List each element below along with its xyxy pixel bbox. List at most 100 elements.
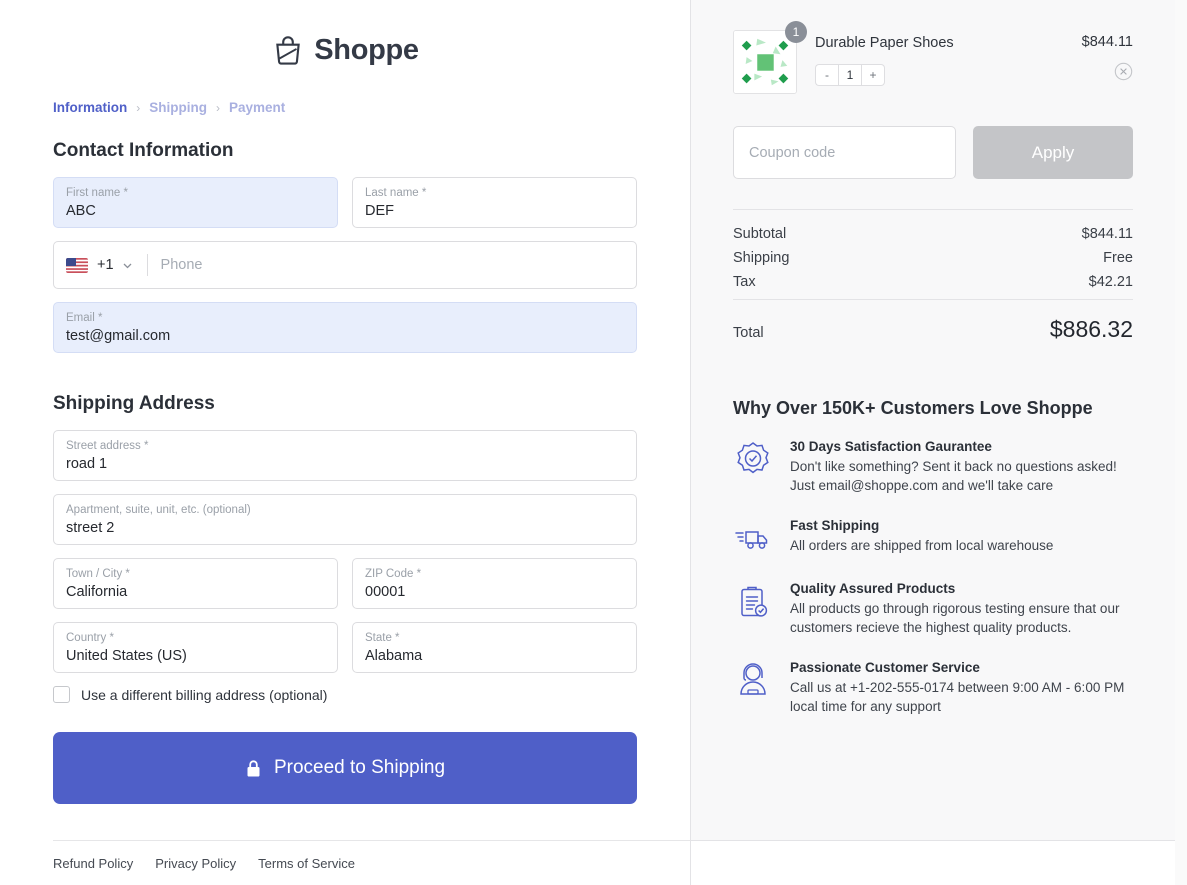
- shopping-bag-icon: [276, 36, 301, 65]
- street-address-value: road 1: [66, 456, 108, 472]
- benefit-quality-assured-line1: All products go through rigorous testing…: [790, 601, 1120, 616]
- headset-agent-icon: [740, 663, 766, 695]
- benefit-fast-shipping-heading: Fast Shipping: [790, 518, 880, 533]
- last-name-field[interactable]: Last name * DEF: [352, 177, 637, 228]
- benefit-customer-service-line2: local time for any support: [790, 699, 941, 714]
- city-field[interactable]: Town / City * California: [53, 558, 338, 609]
- cart-item: 1 Durable Paper Shoes - 1 + $844.11: [733, 21, 1133, 94]
- apartment-label: Apartment, suite, unit, etc. (optional): [66, 504, 251, 516]
- benefit-satisfaction-line2: Just email@shoppe.com and we'll take car…: [790, 478, 1054, 493]
- zip-label: ZIP Code *: [365, 568, 422, 580]
- cart-item-remove-wrap: [1082, 62, 1133, 81]
- first-name-field[interactable]: First name * ABC: [53, 177, 338, 228]
- footer-link-terms-of-service[interactable]: Terms of Service: [258, 856, 355, 871]
- badge-check-icon: [737, 442, 769, 474]
- breadcrumb-shipping[interactable]: Shipping: [149, 100, 207, 115]
- breadcrumb-separator-2: ›: [216, 100, 220, 115]
- cart-item-details: Durable Paper Shoes - 1 +: [797, 30, 1082, 86]
- grand-total-label: Total: [733, 325, 764, 341]
- email-field[interactable]: Email * test@gmail.com: [53, 302, 637, 353]
- lock-icon: [247, 759, 260, 776]
- street-address-field[interactable]: Street address * road 1: [53, 430, 637, 481]
- benefit-quality-assured-line2: customers recieve the highest quality pr…: [790, 620, 1072, 635]
- last-name-label: Last name *: [365, 187, 427, 199]
- cart-item-thumbnail-wrap: 1: [733, 21, 807, 94]
- state-field[interactable]: State * Alabama: [352, 622, 637, 673]
- cart-item-quantity-badge: 1: [785, 21, 807, 43]
- apartment-field-row: Apartment, suite, unit, etc. (optional) …: [53, 494, 637, 545]
- phone-field[interactable]: +1 Phone: [53, 241, 637, 289]
- remove-circle-icon[interactable]: [1114, 62, 1133, 81]
- total-line-shipping: Shipping Free: [733, 250, 1133, 266]
- benefit-satisfaction-line1: Don't like something? Sent it back no qu…: [790, 459, 1117, 474]
- cart-item-right: $844.11: [1082, 30, 1133, 81]
- cart-item-price: $844.11: [1081, 34, 1133, 50]
- delivery-truck-icon: [735, 531, 768, 549]
- page-scrollbar[interactable]: [1175, 0, 1187, 885]
- brand-name: Shoppe: [314, 33, 419, 66]
- contact-information-title: Contact Information: [53, 140, 234, 161]
- total-line-subtotal: Subtotal $844.11: [733, 226, 1133, 242]
- quantity-stepper[interactable]: - 1 +: [815, 64, 885, 86]
- quantity-value[interactable]: 1: [838, 64, 862, 86]
- benefit-customer-service: Passionate Customer Service Call us at +…: [733, 660, 1133, 716]
- city-label: Town / City *: [66, 568, 130, 580]
- apartment-value: street 2: [66, 520, 115, 536]
- benefit-quality-assured-text: Quality Assured Products All products go…: [790, 581, 1119, 637]
- total-line-tax: Tax $42.21: [733, 274, 1133, 290]
- order-summary-column: 1 Durable Paper Shoes - 1 + $844.11 Coup…: [691, 0, 1187, 885]
- zip-field[interactable]: ZIP Code * 00001: [352, 558, 637, 609]
- proceed-to-shipping-button[interactable]: Proceed to Shipping: [53, 732, 637, 804]
- first-name-value: ABC: [66, 203, 96, 219]
- breadcrumb: Information › Shipping › Payment: [53, 100, 637, 115]
- checkout-page: Shoppe Information › Shipping › Payment …: [0, 0, 1187, 885]
- footer-link-refund-policy[interactable]: Refund Policy: [53, 856, 133, 871]
- phone-input-placeholder[interactable]: Phone: [161, 257, 203, 273]
- billing-address-label: Use a different billing address (optiona…: [81, 686, 328, 703]
- shipping-value: Free: [1103, 250, 1133, 266]
- quantity-increment-button[interactable]: +: [862, 64, 885, 86]
- form-container: Information › Shipping › Payment Contact…: [0, 100, 690, 804]
- footer-links: Refund Policy Privacy Policy Terms of Se…: [53, 840, 690, 885]
- footer-link-privacy-policy[interactable]: Privacy Policy: [155, 856, 236, 871]
- quantity-decrement-button[interactable]: -: [815, 64, 838, 86]
- email-field-row: Email * test@gmail.com: [53, 302, 637, 353]
- coupon-row: Coupon code Apply: [733, 126, 1133, 179]
- street-field-row: Street address * road 1: [53, 430, 637, 481]
- billing-address-checkbox-row[interactable]: Use a different billing address (optiona…: [53, 686, 637, 703]
- brand-logo[interactable]: Shoppe: [0, 0, 690, 100]
- phone-dial-code: +1: [97, 257, 114, 273]
- state-label: State *: [365, 632, 400, 644]
- country-field[interactable]: Country * United States (US): [53, 622, 338, 673]
- why-shoppe-title: Why Over 150K+ Customers Love Shoppe: [733, 398, 1093, 418]
- apartment-field[interactable]: Apartment, suite, unit, etc. (optional) …: [53, 494, 637, 545]
- email-value: test@gmail.com: [66, 328, 171, 344]
- benefit-satisfaction-guarantee: 30 Days Satisfaction Gaurantee Don't lik…: [733, 439, 1133, 495]
- benefit-quality-assured: Quality Assured Products All products go…: [733, 581, 1133, 637]
- phone-divider: [146, 254, 148, 276]
- apply-coupon-button[interactable]: Apply: [973, 126, 1133, 179]
- tax-label: Tax: [733, 274, 756, 290]
- benefit-fast-shipping: Fast Shipping All orders are shipped fro…: [733, 518, 1133, 558]
- benefit-customer-service-text: Passionate Customer Service Call us at +…: [790, 660, 1124, 716]
- clipboard-check-icon: [741, 586, 768, 617]
- shipping-label: Shipping: [733, 250, 790, 266]
- city-zip-field-row: Town / City * California ZIP Code * 0000…: [53, 558, 637, 609]
- proceed-to-shipping-label: Proceed to Shipping: [273, 757, 446, 778]
- last-name-value: DEF: [365, 203, 394, 219]
- chevron-down-icon[interactable]: [121, 259, 134, 272]
- us-flag-icon: [66, 257, 88, 273]
- benefit-fast-shipping-text: Fast Shipping All orders are shipped fro…: [790, 518, 1053, 558]
- breadcrumb-information[interactable]: Information: [53, 100, 127, 115]
- tax-value: $42.21: [1088, 274, 1133, 290]
- coupon-code-input[interactable]: Coupon code: [733, 126, 956, 179]
- order-summary-panel: 1 Durable Paper Shoes - 1 + $844.11 Coup…: [691, 0, 1175, 841]
- grand-total-value: $886.32: [1049, 316, 1133, 342]
- billing-address-checkbox[interactable]: [53, 686, 70, 703]
- breadcrumb-separator-1: ›: [136, 100, 141, 115]
- order-totals: Subtotal $844.11 Shipping Free Tax $42.2…: [733, 209, 1133, 343]
- benefit-customer-service-heading: Passionate Customer Service: [790, 660, 980, 675]
- breadcrumb-payment[interactable]: Payment: [229, 100, 285, 115]
- benefit-satisfaction-heading: 30 Days Satisfaction Gaurantee: [790, 439, 992, 454]
- email-label: Email *: [66, 312, 103, 324]
